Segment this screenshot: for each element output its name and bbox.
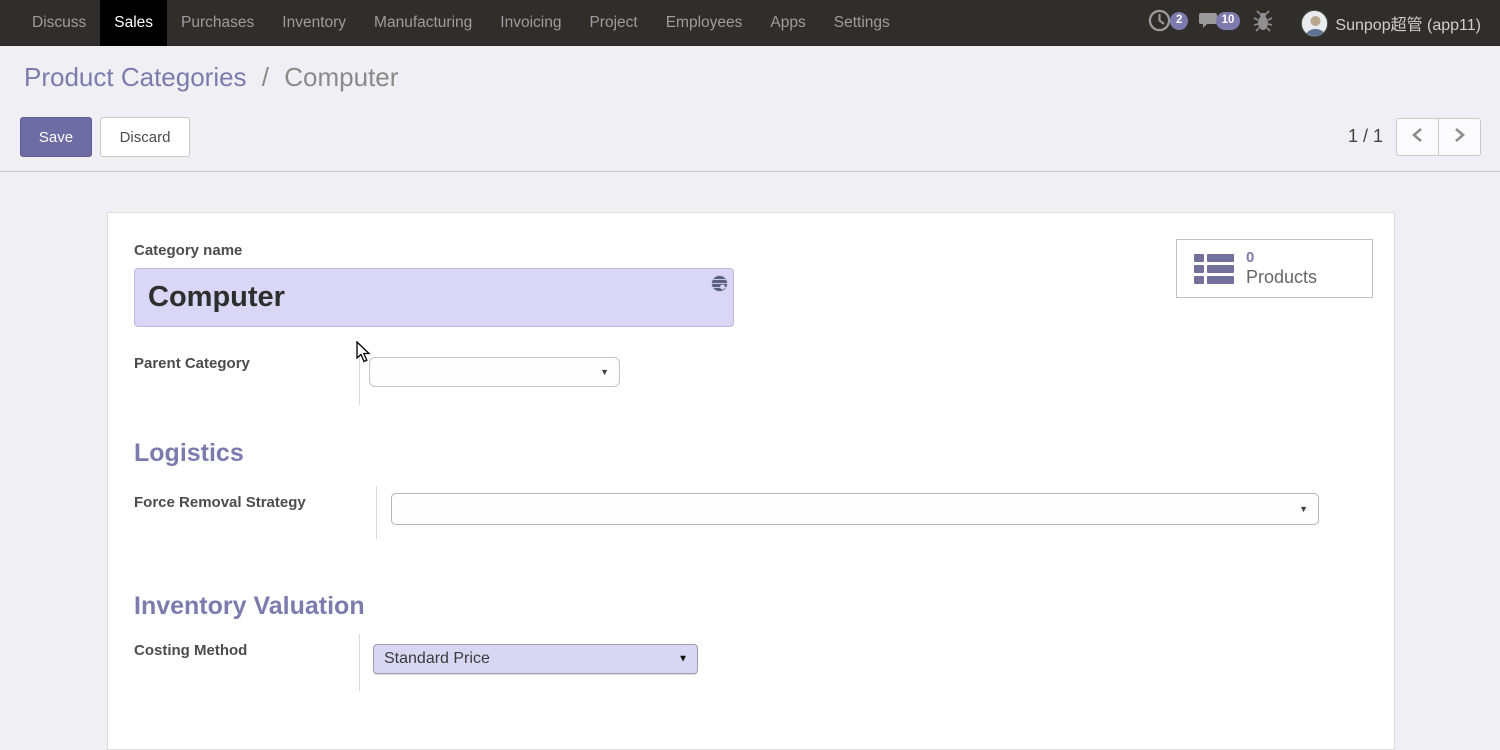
activity-menu[interactable]: 2 [1139, 0, 1180, 46]
pager-value: 1 / 1 [1348, 126, 1383, 147]
user-menu[interactable]: Sunpop超管 (app11) [1292, 0, 1490, 46]
products-count: 0 [1246, 249, 1317, 267]
debug-menu[interactable] [1244, 0, 1282, 46]
parent-category-label: Parent Category [134, 355, 250, 372]
products-stat-button[interactable]: 0 Products [1176, 239, 1373, 298]
chevron-left-icon [1412, 127, 1423, 148]
menu-sales[interactable]: Sales [100, 0, 167, 46]
costing-method-label: Costing Method [134, 642, 247, 659]
dropdown-arrow-icon: ▼ [600, 367, 609, 377]
costing-method-value: Standard Price [374, 645, 697, 673]
menu-invoicing[interactable]: Invoicing [486, 0, 575, 46]
mouse-cursor [356, 341, 372, 368]
menu-inventory[interactable]: Inventory [268, 0, 360, 46]
dropdown-arrow-icon: ▼ [678, 654, 688, 665]
category-name-label: Category name [134, 242, 242, 259]
menu-employees[interactable]: Employees [652, 0, 757, 46]
translate-globe-icon[interactable] [711, 275, 728, 292]
top-navbar: Discuss Sales Purchases Inventory Manufa… [0, 0, 1500, 46]
user-name: Sunpop超管 (app11) [1335, 11, 1481, 35]
breadcrumb-separator: / [262, 62, 269, 92]
menu-discuss[interactable]: Discuss [18, 0, 100, 46]
menu-purchases[interactable]: Purchases [167, 0, 268, 46]
products-label: Products [1246, 267, 1317, 289]
dropdown-arrow-icon: ▼ [1299, 504, 1308, 514]
form-sheet: 0 Products Category name Parent Category… [107, 212, 1395, 750]
activity-badge: 2 [1170, 12, 1188, 30]
control-panel-divider [0, 171, 1500, 172]
inventory-valuation-section-title: Inventory Valuation [134, 592, 365, 621]
breadcrumb-current: Computer [284, 62, 398, 92]
force-removal-strategy-label: Force Removal Strategy [134, 494, 306, 511]
bug-icon [1253, 10, 1273, 37]
discard-button[interactable]: Discard [100, 117, 190, 157]
odoo-app: Discuss Sales Purchases Inventory Manufa… [0, 0, 1500, 750]
pager [1396, 118, 1481, 156]
chevron-right-icon [1454, 127, 1465, 148]
parent-category-select[interactable]: ▼ [369, 357, 620, 387]
stat-text: 0 Products [1246, 249, 1317, 289]
pager-next-button[interactable] [1438, 118, 1481, 156]
messages-menu[interactable]: 10 [1190, 0, 1232, 46]
pager-previous-button[interactable] [1396, 118, 1439, 156]
field-separator [359, 634, 360, 691]
breadcrumb-parent-link[interactable]: Product Categories [24, 62, 247, 92]
force-removal-strategy-select[interactable]: ▼ [391, 493, 1319, 525]
menu-settings[interactable]: Settings [820, 0, 904, 46]
menu-project[interactable]: Project [575, 0, 651, 46]
breadcrumb: Product Categories / Computer [24, 62, 398, 93]
clock-icon [1148, 9, 1171, 37]
messages-badge: 10 [1216, 12, 1241, 30]
user-avatar [1301, 10, 1328, 37]
list-icon [1194, 254, 1234, 284]
menu-apps[interactable]: Apps [756, 0, 819, 46]
save-button[interactable]: Save [20, 117, 92, 157]
costing-method-select[interactable]: Standard Price ▼ [373, 644, 698, 674]
menu-manufacturing[interactable]: Manufacturing [360, 0, 486, 46]
main-menu: Discuss Sales Purchases Inventory Manufa… [0, 0, 904, 46]
field-separator [376, 486, 377, 539]
systray: 2 10 [1139, 0, 1500, 46]
logistics-section-title: Logistics [134, 439, 244, 468]
category-name-input[interactable] [134, 268, 734, 327]
